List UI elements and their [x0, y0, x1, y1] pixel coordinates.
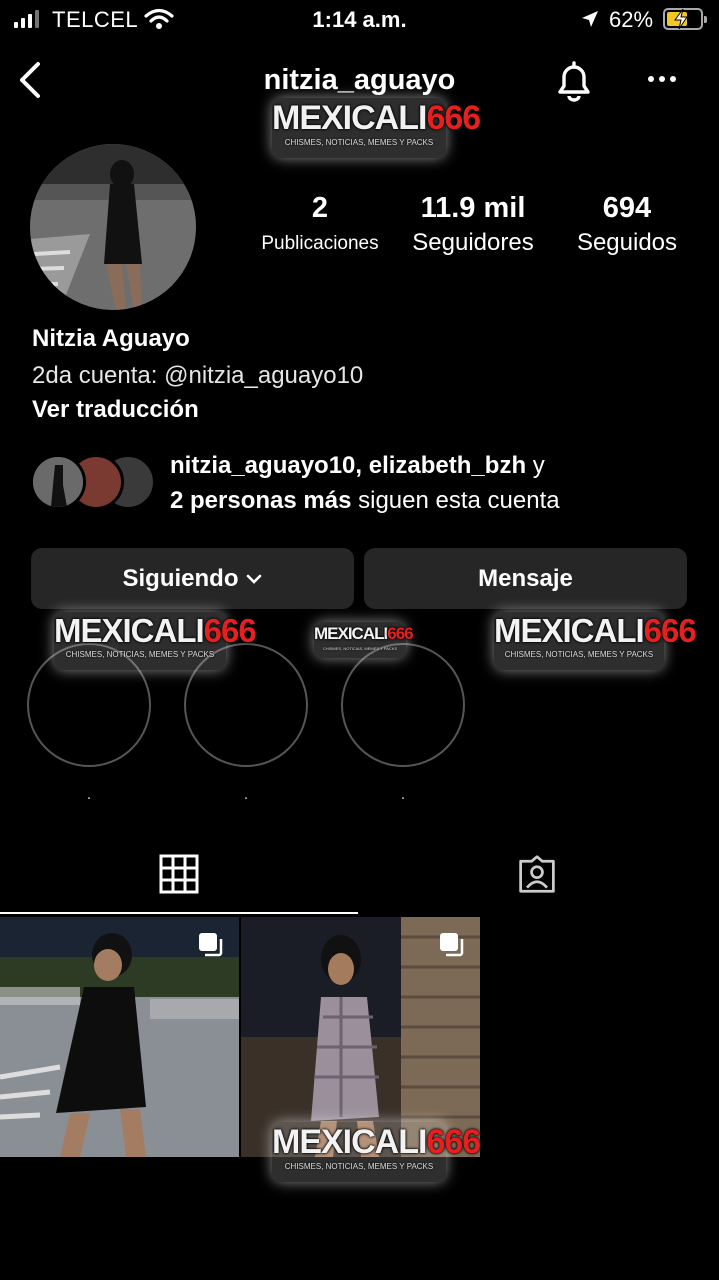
message-label: Mensaje — [478, 564, 573, 592]
post-thumbnail[interactable] — [0, 917, 239, 1157]
status-bar: TELCEL 1:14 a.m. 62% — [0, 0, 719, 40]
stat-following[interactable]: 694 Seguidos — [566, 192, 688, 257]
followed-by-text[interactable]: nitzia_aguayo10, elizabeth_bzh y 2 perso… — [170, 448, 710, 518]
location-arrow-icon — [582, 11, 598, 27]
message-button[interactable]: Mensaje — [364, 548, 687, 609]
watermark-logo: MEXICALI666 CHISMES, NOTICIAS, MEMES Y P… — [494, 612, 697, 670]
highlight-label: . — [400, 786, 406, 803]
battery-icon — [663, 8, 707, 30]
following-button[interactable]: Siguiendo — [31, 548, 354, 609]
post-thumbnail[interactable] — [241, 917, 480, 1157]
battery-percent: 62% — [609, 7, 654, 32]
highlight-label: . — [243, 786, 249, 803]
active-tab-indicator — [0, 912, 358, 914]
multiple-photos-icon — [199, 933, 223, 957]
multiple-photos-icon — [440, 933, 464, 957]
bell-icon[interactable] — [552, 58, 596, 104]
stat-followers[interactable]: 11.9 mil Seguidores — [402, 192, 544, 257]
tab-tagged[interactable] — [517, 852, 557, 896]
tagged-icon — [519, 855, 555, 893]
profile-avatar[interactable] — [30, 144, 196, 310]
follower-avatar[interactable] — [30, 454, 86, 510]
posts-count: 2 — [311, 192, 329, 224]
profile-username: nitzia_aguayo — [263, 64, 456, 96]
highlight-label: . — [86, 786, 92, 803]
following-label: Seguidos — [576, 229, 678, 256]
story-highlight[interactable] — [341, 643, 465, 767]
grid-icon — [159, 854, 199, 894]
profile-bio[interactable]: 2da cuenta: @nitzia_aguayo10 — [32, 362, 363, 390]
watermark-logo: MEXICALI666 CHISMES, NOTICIAS, MEMES Y P… — [314, 622, 414, 658]
watermark-logo: MEXICALI666 CHISMES, NOTICIAS, MEMES Y P… — [272, 98, 481, 158]
watermark-logo: MEXICALI666 CHISMES, NOTICIAS, MEMES Y P… — [272, 1122, 481, 1182]
followers-count: 11.9 mil — [420, 192, 526, 224]
profile-name: Nitzia Aguayo — [32, 325, 190, 352]
watermark-logo: MEXICALI666 CHISMES, NOTICIAS, MEMES Y P… — [54, 612, 257, 670]
posts-label: Publicaciones — [261, 233, 379, 254]
tab-posts-grid[interactable] — [159, 852, 199, 896]
more-icon[interactable] — [648, 76, 676, 82]
chevron-down-icon — [246, 574, 261, 584]
following-count: 694 — [602, 192, 652, 224]
see-translation-link[interactable]: Ver traducción — [32, 396, 199, 424]
following-label: Siguiendo — [122, 564, 239, 592]
stat-posts[interactable]: 2 Publicaciones — [252, 192, 388, 255]
followers-label: Seguidores — [412, 229, 534, 256]
